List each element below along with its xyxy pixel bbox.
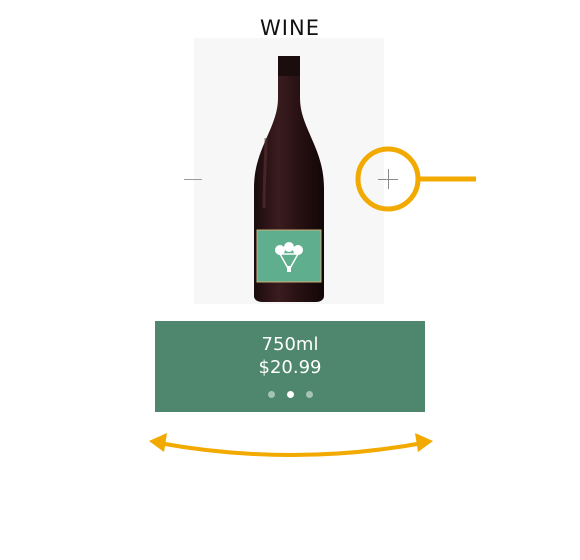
- category-title: WINE: [260, 16, 320, 40]
- wine-bottle-image: [194, 38, 384, 304]
- decrease-quantity-button[interactable]: [178, 164, 208, 194]
- carousel-dot-active[interactable]: [286, 391, 294, 398]
- carousel-dot[interactable]: [267, 391, 275, 398]
- carousel-dots: [155, 391, 425, 398]
- product-price: $20.99: [258, 357, 322, 378]
- carousel-dot[interactable]: [305, 391, 313, 398]
- product-info-panel[interactable]: 750ml $20.99: [155, 321, 425, 412]
- product-volume: 750ml: [261, 334, 319, 355]
- double-arrow-icon: [149, 433, 433, 457]
- increase-quantity-button[interactable]: [373, 164, 403, 194]
